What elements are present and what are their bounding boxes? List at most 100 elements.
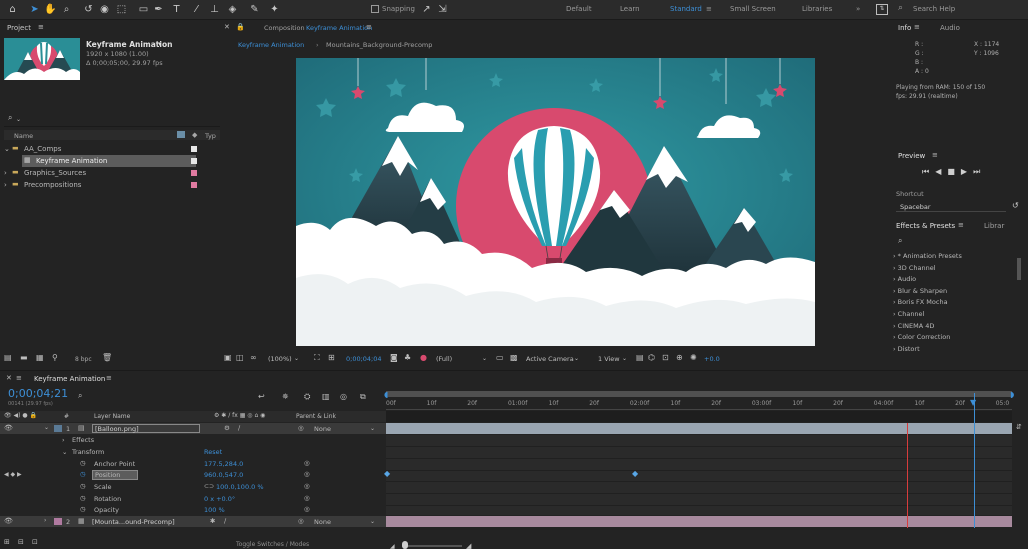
timeline-tab[interactable]: Keyframe Animation <box>34 375 105 383</box>
workspace-menu-icon[interactable]: ≡ <box>706 5 712 13</box>
pickwhip-icon[interactable]: ◎ <box>304 494 310 502</box>
quality-icon[interactable]: ∕ <box>224 517 226 525</box>
list-item[interactable]: ⌄ ▬ AA_Comps <box>0 143 222 155</box>
comp-tab-menu-icon[interactable]: ≡ <box>366 23 372 31</box>
scale-value[interactable]: 100.0,100.0 % <box>216 483 264 491</box>
zoom-level[interactable]: (100%) <box>268 355 292 363</box>
panel-menu-icon[interactable]: ≡ <box>914 23 920 31</box>
type-tool-icon[interactable]: T <box>170 3 183 16</box>
frame-blending-icon[interactable]: ▥ <box>322 392 330 401</box>
opacity-value[interactable]: 100 % <box>204 506 225 514</box>
sync-icon[interactable]: ⇅ <box>876 4 888 15</box>
effects-list-item[interactable]: › Color Correction <box>893 333 950 341</box>
workspace-default[interactable]: Default <box>566 5 592 13</box>
fast-previews-icon[interactable]: ⌬ <box>648 353 655 362</box>
keyframe-end[interactable]: ◆ <box>632 469 638 478</box>
current-time-indicator[interactable] <box>974 393 975 528</box>
list-item[interactable]: › ▬ Precompositions <box>0 179 222 191</box>
effects-scrollbar[interactable] <box>1017 258 1021 280</box>
pickwhip-icon[interactable]: ◎ <box>304 505 310 513</box>
parent-column[interactable]: Parent & Link <box>296 413 336 420</box>
work-area-end[interactable]: ◗ <box>1010 390 1014 399</box>
exposure-icon[interactable]: ✺ <box>690 353 697 362</box>
stopwatch-icon[interactable]: ◷ <box>80 459 86 467</box>
collapse-switch-icon[interactable]: ✱ <box>210 517 215 525</box>
workspace-standard[interactable]: Standard <box>670 5 702 13</box>
layer-label-color[interactable] <box>54 425 62 432</box>
visibility-icon[interactable]: 👁 <box>4 517 13 525</box>
pen-tool-icon[interactable]: ✒ <box>152 3 165 16</box>
panel-menu-icon[interactable]: ≡ <box>932 151 938 159</box>
switch-icon[interactable]: ⚙ <box>224 424 230 432</box>
list-item-selected[interactable]: ▦ Keyframe Animation <box>22 155 196 167</box>
resolution-select[interactable]: (Full) <box>436 355 452 363</box>
quality-icon[interactable]: ∕ <box>238 424 240 432</box>
shy-layers-icon[interactable]: ⛭ <box>304 392 310 402</box>
zoom-in-icon[interactable]: ◢ <box>466 542 471 549</box>
grid-icon[interactable]: ⊞ <box>328 353 335 362</box>
effects-row[interactable]: › Effects <box>0 435 386 446</box>
property-row-selected[interactable]: ◀ ◆ ▶ ◷ Position 960.0,547.0 ◎ <box>0 470 386 481</box>
pickwhip-icon[interactable]: ◎ <box>304 459 310 467</box>
stopwatch-icon[interactable]: ◷ <box>80 505 86 513</box>
expand-icon[interactable]: › <box>44 517 46 524</box>
zoom-slider-thumb[interactable] <box>402 541 408 549</box>
transform-reset[interactable]: Reset <box>204 448 222 456</box>
3d-render-icon[interactable]: ◫ <box>236 353 244 362</box>
label-column-icon[interactable] <box>177 131 185 138</box>
hand-tool-icon[interactable]: ✋ <box>44 3 57 16</box>
workspace-libraries[interactable]: Libraries <box>802 5 832 13</box>
effects-search-icon[interactable]: ⌕ <box>898 236 902 246</box>
property-row[interactable]: ◷ Scale ⊂⊃ 100.0,100.0 % ◎ <box>0 482 386 493</box>
layer-name[interactable]: [Mounta...ound-Precomp] <box>92 518 175 526</box>
orbit-camera-icon[interactable]: ◉ <box>98 3 111 16</box>
graph-editor-icon[interactable]: ⧉ <box>360 392 366 402</box>
layer-row[interactable]: 👁 ⌄ 1 ▤ [Balloon.png] ⚙ ∕ ◎ None ⌄ <box>0 423 386 434</box>
stopwatch-icon[interactable]: ◷ <box>80 482 86 490</box>
puppet-pin-icon[interactable]: ✦ <box>268 3 281 16</box>
layer-bar-balloon[interactable] <box>386 423 1012 434</box>
keyframe-start[interactable]: ◆ <box>384 469 390 478</box>
timeline-timecode[interactable]: 0;00;04;21 <box>8 387 68 400</box>
more-workspaces-icon[interactable]: » <box>856 5 860 13</box>
pickwhip-icon[interactable]: ◎ <box>304 482 310 490</box>
timeline-close-icon[interactable]: ✕ <box>6 374 12 382</box>
exposure-value[interactable]: +0.0 <box>704 355 720 363</box>
toggle-switches-modes[interactable]: Toggle Switches / Modes <box>236 541 309 548</box>
first-frame-icon[interactable]: ⏮ <box>922 167 935 176</box>
workspace-small-screen[interactable]: Small Screen <box>730 5 776 13</box>
selection-tool-icon[interactable]: ➤ <box>28 3 41 16</box>
column-name[interactable]: Name <box>14 132 33 140</box>
last-frame-icon[interactable]: ⏭ <box>973 167 986 176</box>
property-row[interactable]: ◷ Rotation 0 x +0.0° ◎ <box>0 494 386 505</box>
search-help[interactable]: Search Help <box>913 5 955 13</box>
collapse-icon[interactable]: ⌄ <box>44 424 49 431</box>
zoom-tool-icon[interactable]: ⌕ <box>60 3 73 16</box>
flowchart-icon[interactable]: ⊕ <box>676 353 683 362</box>
project-search-icon[interactable]: ⌕ <box>8 113 12 123</box>
timeline-search-icon[interactable]: ⌕ <box>78 391 82 401</box>
info-tab[interactable]: Info <box>898 24 911 32</box>
snapping-checkbox[interactable] <box>371 5 379 13</box>
stopwatch-icon[interactable]: ◷ <box>80 494 86 502</box>
viewer-timecode[interactable]: 0;00;04;04 <box>346 355 382 363</box>
comp-dropdown-icon[interactable]: ▾ <box>158 40 162 48</box>
snap-options-icon[interactable]: ⇲ <box>436 3 449 16</box>
roto-brush-icon[interactable]: ✎ <box>248 3 261 16</box>
previous-frame-icon[interactable]: ◀ <box>935 167 947 176</box>
preview-tab[interactable]: Preview <box>898 152 925 160</box>
comp-flowchart-icon[interactable]: ⊞ <box>4 538 10 546</box>
comp-tab-name[interactable]: Keyframe Animation <box>306 24 372 32</box>
zoom-out-icon[interactable]: ◢ <box>390 543 395 549</box>
list-item[interactable]: › ▬ Graphics_Sources <box>0 167 222 179</box>
comp-close-icon[interactable]: ✕ <box>224 23 230 31</box>
eraser-tool-icon[interactable]: ◈ <box>226 3 239 16</box>
timeline-icon[interactable]: ⊡ <box>662 353 669 362</box>
anchor-value[interactable]: 177.5,284.0 <box>204 460 243 468</box>
brush-tool-icon[interactable]: ⁄ <box>190 3 203 16</box>
view-layout-select[interactable]: 1 View <box>598 355 620 363</box>
render-queue-icon[interactable]: ≡ <box>16 374 22 382</box>
comp-mini-flowchart-icon[interactable]: ↩ <box>258 392 265 401</box>
layer-label-color[interactable] <box>54 518 62 525</box>
breadcrumb-comp[interactable]: Keyframe Animation <box>238 41 304 49</box>
